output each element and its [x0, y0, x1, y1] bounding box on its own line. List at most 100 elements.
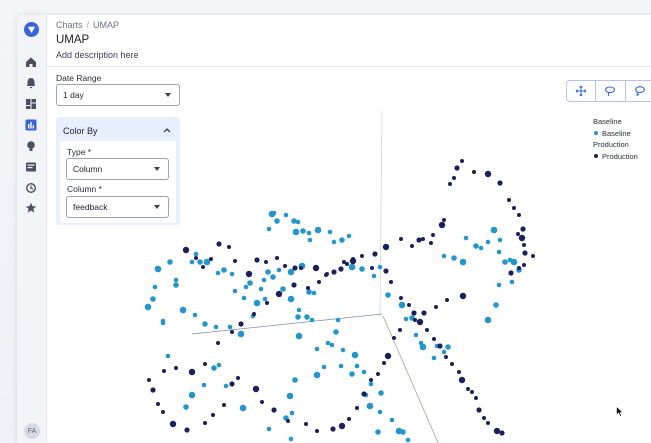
production-point[interactable]: [522, 263, 526, 267]
production-point[interactable]: [369, 378, 373, 382]
baseline-point[interactable]: [241, 295, 247, 301]
production-point[interactable]: [434, 305, 438, 309]
production-point[interactable]: [265, 301, 269, 305]
baseline-point[interactable]: [237, 330, 245, 338]
production-point[interactable]: [493, 427, 501, 435]
production-point[interactable]: [370, 266, 374, 270]
baseline-point[interactable]: [311, 290, 317, 296]
baseline-point[interactable]: [261, 277, 267, 283]
production-point[interactable]: [292, 265, 298, 271]
bell-icon[interactable]: [24, 76, 38, 90]
production-point[interactable]: [324, 273, 328, 277]
production-point[interactable]: [156, 402, 160, 406]
baseline-point[interactable]: [287, 295, 295, 303]
baseline-point[interactable]: [295, 314, 301, 320]
baseline-point[interactable]: [327, 229, 333, 235]
baseline-point[interactable]: [283, 212, 289, 218]
production-point[interactable]: [425, 328, 429, 332]
production-point[interactable]: [230, 330, 234, 334]
production-point[interactable]: [349, 257, 357, 265]
inbox-icon[interactable]: [24, 160, 38, 174]
production-point[interactable]: [531, 254, 535, 258]
baseline-point[interactable]: [445, 344, 451, 350]
production-point[interactable]: [474, 396, 478, 400]
production-point[interactable]: [238, 321, 244, 327]
production-point[interactable]: [516, 232, 520, 236]
production-point[interactable]: [508, 270, 514, 276]
production-point[interactable]: [245, 270, 253, 278]
baseline-point[interactable]: [309, 317, 315, 323]
baseline-point[interactable]: [154, 265, 162, 273]
production-point[interactable]: [271, 407, 277, 413]
baseline-point[interactable]: [368, 381, 374, 387]
production-point[interactable]: [360, 254, 364, 258]
production-point[interactable]: [291, 282, 297, 288]
baseline-point[interactable]: [496, 282, 502, 288]
baseline-point[interactable]: [276, 267, 282, 273]
baseline-point[interactable]: [280, 286, 286, 292]
legend-item-production[interactable]: Production: [593, 151, 638, 163]
baseline-point[interactable]: [441, 349, 447, 355]
baseline-point[interactable]: [213, 324, 219, 330]
date-range-select[interactable]: 1 day: [56, 84, 180, 106]
production-point[interactable]: [450, 362, 454, 366]
production-point[interactable]: [147, 378, 151, 382]
production-point[interactable]: [518, 234, 526, 242]
production-point[interactable]: [392, 336, 396, 340]
production-point[interactable]: [399, 237, 403, 241]
production-point[interactable]: [459, 292, 467, 300]
production-point[interactable]: [416, 318, 424, 326]
baseline-point[interactable]: [349, 371, 355, 377]
baseline-point[interactable]: [351, 351, 359, 359]
production-point[interactable]: [194, 256, 198, 260]
production-point[interactable]: [382, 243, 390, 251]
baseline-point[interactable]: [431, 355, 437, 361]
baseline-point[interactable]: [331, 239, 337, 245]
baseline-point[interactable]: [313, 371, 321, 379]
baseline-point[interactable]: [288, 436, 294, 442]
production-point[interactable]: [458, 376, 466, 384]
baseline-point[interactable]: [221, 267, 227, 273]
production-point[interactable]: [376, 372, 380, 376]
production-point[interactable]: [150, 387, 156, 393]
baseline-point[interactable]: [509, 279, 515, 285]
baseline-point[interactable]: [173, 277, 179, 283]
production-point[interactable]: [520, 226, 526, 232]
production-point[interactable]: [438, 221, 446, 229]
production-point[interactable]: [482, 416, 486, 420]
production-point[interactable]: [460, 159, 464, 163]
history-icon[interactable]: [24, 181, 38, 195]
production-point[interactable]: [254, 257, 260, 263]
baseline-point[interactable]: [333, 329, 339, 335]
baseline-point[interactable]: [152, 284, 158, 290]
legend-item-baseline[interactable]: Baseline: [593, 128, 638, 140]
baseline-point[interactable]: [197, 259, 203, 265]
baseline-point[interactable]: [266, 426, 272, 432]
pan-icon[interactable]: [567, 81, 597, 101]
baseline-point[interactable]: [361, 369, 367, 375]
production-point[interactable]: [499, 430, 505, 436]
baseline-point[interactable]: [216, 362, 222, 368]
baseline-point[interactable]: [160, 318, 166, 324]
baseline-point[interactable]: [490, 226, 498, 234]
production-point[interactable]: [331, 269, 337, 275]
baseline-point[interactable]: [202, 321, 208, 327]
baseline-point[interactable]: [493, 302, 499, 308]
baseline-point[interactable]: [496, 249, 502, 255]
production-point[interactable]: [398, 328, 402, 332]
baseline-point[interactable]: [378, 390, 384, 396]
baseline-point[interactable]: [201, 382, 207, 388]
baseline-point[interactable]: [306, 289, 312, 295]
production-point[interactable]: [209, 257, 213, 261]
baseline-point[interactable]: [348, 263, 356, 271]
baseline-point[interactable]: [405, 437, 411, 443]
production-point[interactable]: [486, 421, 490, 425]
baseline-point[interactable]: [239, 404, 247, 412]
production-point[interactable]: [407, 303, 411, 307]
baseline-point[interactable]: [321, 364, 327, 370]
home-icon[interactable]: [24, 55, 38, 69]
baseline-point[interactable]: [371, 273, 377, 279]
production-point[interactable]: [410, 244, 414, 248]
baseline-point[interactable]: [167, 259, 173, 265]
baseline-point[interactable]: [359, 266, 365, 272]
